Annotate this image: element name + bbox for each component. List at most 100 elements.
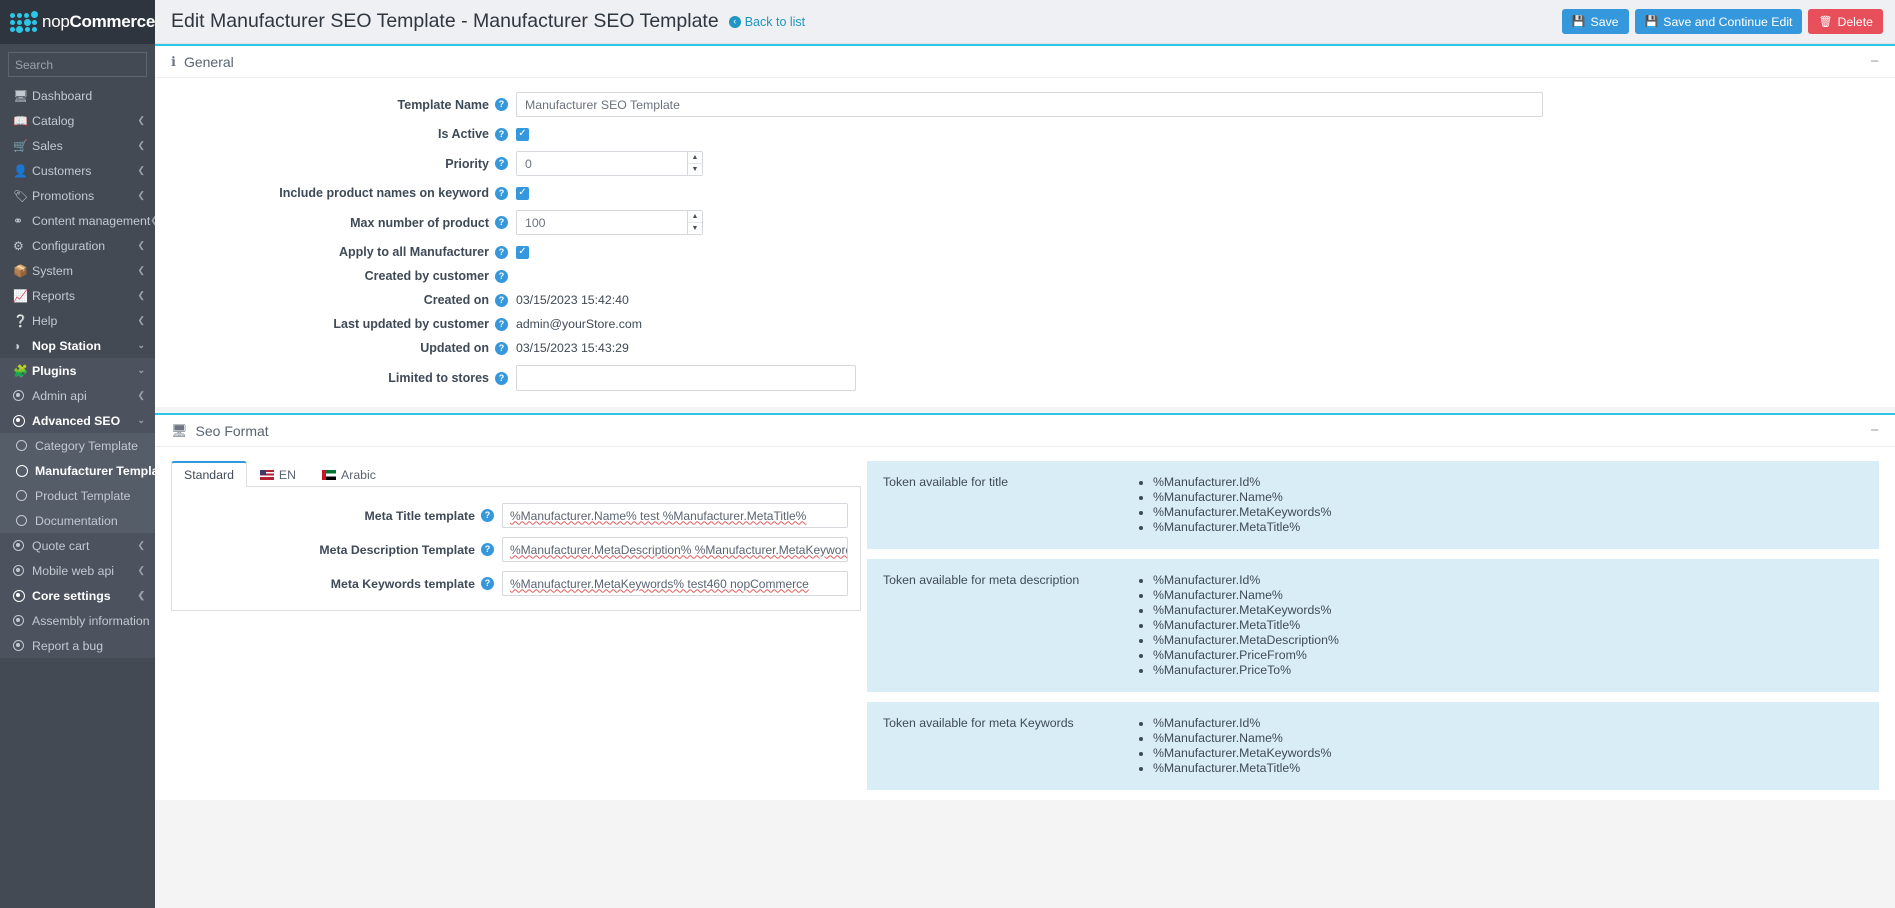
help-icon[interactable]: ? [481,543,494,556]
spin-down-icon[interactable]: ▼ [688,223,702,234]
sidebar-item-manufacturer-template[interactable]: Manufacturer Template [0,458,155,483]
apply-to-all-label: Apply to all Manufacturer [338,245,489,259]
sidebar-item-reports[interactable]: 📈 Reports ❮ [0,283,155,308]
sidebar-item-report-a-bug[interactable]: Report a bug [0,633,155,658]
brand-text: nopCommerce [42,12,155,32]
help-icon[interactable]: ? [481,509,494,522]
help-icon[interactable]: ? [495,127,508,141]
sidebar-item-assembly-information[interactable]: Assembly information [0,608,155,633]
updated-on-label: Updated on [420,341,489,355]
token-item: %Manufacturer.MetaKeywords% [1153,505,1863,520]
help-icon[interactable]: ? [495,293,508,307]
help-icon[interactable]: ? [481,577,494,590]
general-panel-header: ℹ General − [155,46,1895,78]
help-icon[interactable]: ? [495,371,508,385]
meta-description-template-input[interactable]: %Manufacturer.MetaDescription% %Manufact… [502,537,848,562]
sidebar-item-dashboard[interactable]: 🖥 Dashboard [0,83,155,108]
help-icon[interactable]: ? [495,216,508,229]
priority-control: ▲ ▼ [516,151,1879,176]
help-icon[interactable]: ? [495,98,508,111]
row-limited-to-stores: Limited to stores ? [171,365,1879,391]
search-box[interactable]: 🔍 [8,52,155,77]
tab-en[interactable]: EN [247,461,309,487]
app-root: nopCommerce 🔍 🖥 Dashboard 📖 Catalog ❮ 🛒 … [0,0,1895,908]
save-button-label: Save [1590,14,1619,29]
limited-to-stores-input[interactable] [516,365,856,391]
radio-empty-icon [16,440,35,451]
tab-standard-label: Standard [184,468,234,482]
sidebar-item-catalog[interactable]: 📖 Catalog ❮ [0,108,155,133]
priority-stepper: ▲ ▼ [516,151,703,176]
help-icon[interactable]: ? [495,269,508,283]
save-button[interactable]: 💾 Save [1561,9,1629,34]
meta-title-template-input[interactable]: %Manufacturer.Name% test %Manufacturer.M… [502,503,848,528]
row-apply-to-all: Apply to all Manufacturer ? ✓ [171,245,1879,259]
row-meta-description-template: Meta Description Template ? %Manufacture… [172,537,848,562]
chevron-left-icon: ❮ [137,115,145,125]
meta-keywords-template-input[interactable]: %Manufacturer.MetaKeywords% test460 nopC… [502,571,848,596]
max-number-of-product-input[interactable] [516,210,703,235]
spin-up-icon[interactable]: ▲ [688,152,702,164]
sidebar-item-advanced-seo[interactable]: Advanced SEO ⌄ [0,408,155,433]
limited-to-stores-control [516,365,1879,391]
sidebar-item-category-template[interactable]: Category Template [0,433,155,458]
sidebar-search: 🔍 [0,44,155,83]
circle-half-icon: ◑ [13,338,21,353]
row-last-updated-by-customer: Last updated by customer ? admin@yourSto… [171,317,1879,331]
sidebar-item-core-settings[interactable]: Core settings ❮ [0,583,155,608]
search-input[interactable] [15,57,155,72]
chevron-left-icon: ❮ [137,190,145,200]
sidebar-item-nop-station[interactable]: ◑ Nop Station ⌄ [0,333,155,358]
spin-up-icon[interactable]: ▲ [688,211,702,223]
max-number-spin-buttons: ▲ ▼ [687,211,702,234]
priority-input[interactable] [516,151,703,176]
delete-button[interactable]: 🗑 Delete [1808,9,1883,34]
chart-icon: 📈 [13,288,28,303]
sidebar-item-product-template[interactable]: Product Template [0,483,155,508]
token-box-meta-keywords: Token available for meta Keywords %Manuf… [867,702,1879,790]
save-and-continue-edit-button[interactable]: 💾 Save and Continue Edit [1634,9,1803,34]
general-panel-body: Template Name ? Is Active ? [155,78,1895,407]
apply-to-all-checkbox[interactable]: ✓ [516,245,529,259]
chevron-left-icon: ❮ [137,540,145,550]
sidebar-item-label: Reports [32,288,76,303]
sidebar-item-configuration[interactable]: ⚙ Configuration ❮ [0,233,155,258]
brand-logo[interactable]: nopCommerce [0,0,155,44]
sidebar-item-plugins[interactable]: 🧩 Plugins ⌄ [0,358,155,383]
sidebar-item-admin-api[interactable]: Admin api ❮ [0,383,155,408]
include-product-names-checkbox[interactable]: ✓ [516,186,529,200]
sidebar-item-label: Catalog [32,113,75,128]
sidebar-item-label: Admin api [32,388,87,403]
sidebar-item-content-management[interactable]: ⚭ Content management ❮ [0,208,155,233]
help-icon[interactable]: ? [495,317,508,331]
sidebar-item-quote-cart[interactable]: Quote cart ❮ [0,533,155,558]
tab-arabic-label: Arabic [341,467,376,482]
tab-arabic[interactable]: Arabic [309,461,389,487]
sidebar-item-sales[interactable]: 🛒 Sales ❮ [0,133,155,158]
is-active-label: Is Active [438,127,489,141]
created-by-customer-label-wrap: Created by customer ? [171,269,516,283]
sidebar-item-mobile-web-api[interactable]: Mobile web api ❮ [0,558,155,583]
help-icon[interactable]: ? [495,186,508,200]
brand-name-light: nop [42,12,70,31]
include-product-names-label-wrap: Include product names on keyword ? [171,186,516,200]
template-name-input[interactable] [516,92,1543,117]
tab-standard[interactable]: Standard [171,461,247,487]
help-icon[interactable]: ? [495,157,508,170]
is-active-checkbox[interactable]: ✓ [516,127,529,141]
sidebar-item-promotions[interactable]: 🏷 Promotions ❮ [0,183,155,208]
sidebar-item-label: Configuration [32,238,106,253]
sidebar-item-documentation[interactable]: Documentation [0,508,155,533]
help-icon[interactable]: ? [495,341,508,355]
collapse-toggle[interactable]: − [1870,54,1879,69]
sidebar-item-label: Quote cart [32,538,90,553]
max-number-of-product-label: Max number of product [350,215,489,230]
sidebar-item-help[interactable]: ❔ Help ❮ [0,308,155,333]
sidebar-item-system[interactable]: 📦 System ❮ [0,258,155,283]
collapse-toggle[interactable]: − [1870,423,1879,438]
back-to-list-link[interactable]: ‹ Back to list [728,15,805,29]
spin-down-icon[interactable]: ▼ [688,164,702,175]
sidebar-item-customers[interactable]: 👤 Customers ❮ [0,158,155,183]
chevron-left-icon: ❮ [137,315,145,325]
help-icon[interactable]: ? [495,245,508,259]
